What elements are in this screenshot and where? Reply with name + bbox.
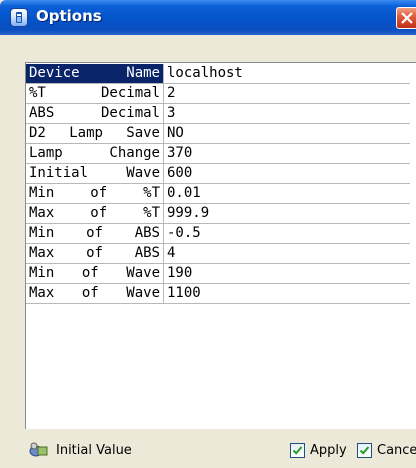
property-row[interactable]: Lamp Change 370 [26,143,410,164]
close-icon [401,12,413,24]
property-row[interactable]: Max of Wave 1100 [26,283,410,304]
property-row[interactable]: %T Decimal 2 [26,83,410,104]
property-value[interactable]: 4 [163,243,410,264]
property-key: Lamp Change [26,143,164,164]
property-key: Max of ABS [26,243,164,264]
property-table: Device Name localhost %T Decimal 2 ABS Decim… [26,64,410,304]
check-icon [359,445,370,455]
toolbar-strip [0,35,416,61]
close-button[interactable] [396,7,416,29]
cancel-button[interactable]: Cance [357,439,416,461]
apply-label: Apply [310,442,347,458]
footer-bar: Initial Value Apply Cance [0,431,416,468]
property-value[interactable]: NO [163,123,410,144]
property-value[interactable]: 1100 [163,283,410,304]
property-key: Min of ABS [26,223,164,244]
property-key: Max of %T [26,203,164,224]
cancel-checkbox[interactable] [357,442,372,458]
reset-icon [28,441,50,459]
property-value[interactable]: localhost [163,64,410,84]
title-bar[interactable]: Options [0,0,416,35]
property-value[interactable]: 600 [163,163,410,184]
property-row[interactable]: Min of ABS -0.5 [26,223,410,244]
property-key: ABS Decimal [26,103,164,124]
property-value[interactable]: 2 [163,83,410,104]
property-key: Min of Wave [26,263,164,284]
property-grid[interactable]: Device Name localhost %T Decimal 2 ABS Decim… [25,62,416,429]
property-value[interactable]: 999.9 [163,203,410,224]
property-key: %T Decimal [26,83,164,104]
property-row[interactable]: ABS Decimal 3 [26,103,410,124]
property-value[interactable]: -0.5 [163,223,410,244]
apply-checkbox[interactable] [290,442,305,458]
property-key: Max of Wave [26,283,164,304]
property-row[interactable]: D2 Lamp Save NO [26,123,410,144]
cancel-label: Cance [377,442,416,458]
property-value[interactable]: 370 [163,143,410,164]
property-value[interactable]: 3 [163,103,410,124]
check-icon [292,445,303,455]
app-icon [10,8,28,27]
property-row[interactable]: Initial Wave 600 [26,163,410,184]
property-key: Min of %T [26,183,164,204]
property-key: Initial Wave [26,163,164,184]
property-row[interactable]: Min of %T 0.01 [26,183,410,204]
apply-button[interactable]: Apply [290,439,347,461]
property-key: Device Name [26,64,164,84]
initial-value-button[interactable]: Initial Value [28,439,132,461]
property-row[interactable]: Max of %T 999.9 [26,203,410,224]
property-row[interactable]: Min of Wave 190 [26,263,410,284]
initial-value-label: Initial Value [56,442,132,458]
window-title: Options [36,7,102,25]
property-key: D2 Lamp Save [26,123,164,144]
property-row[interactable]: Max of ABS 4 [26,243,410,264]
property-row[interactable]: Device Name localhost [26,64,410,84]
property-value[interactable]: 190 [163,263,410,284]
property-value[interactable]: 0.01 [163,183,410,204]
